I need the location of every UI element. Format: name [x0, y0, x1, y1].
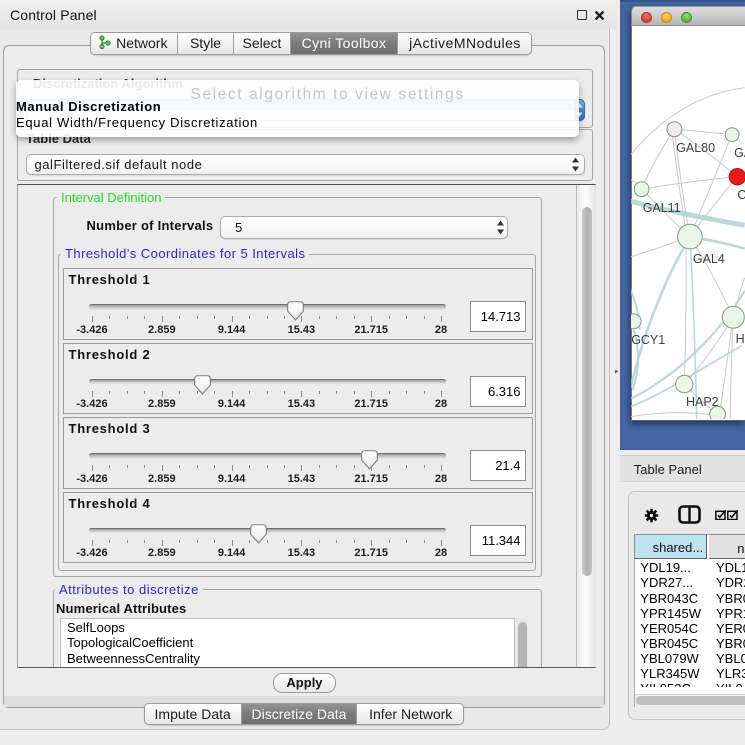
svg-text:GAL80: GAL80	[676, 142, 715, 156]
svg-text:GAL11: GAL11	[643, 201, 681, 215]
svg-text:GAL4: GAL4	[693, 252, 725, 266]
svg-text:HIS4: HIS4	[736, 332, 745, 346]
svg-text:GCY1: GCY1	[631, 333, 665, 347]
svg-text:GAL: GAL	[734, 147, 744, 161]
svg-text:CY: CY	[738, 188, 745, 202]
svg-text:HAP2: HAP2	[686, 395, 719, 409]
